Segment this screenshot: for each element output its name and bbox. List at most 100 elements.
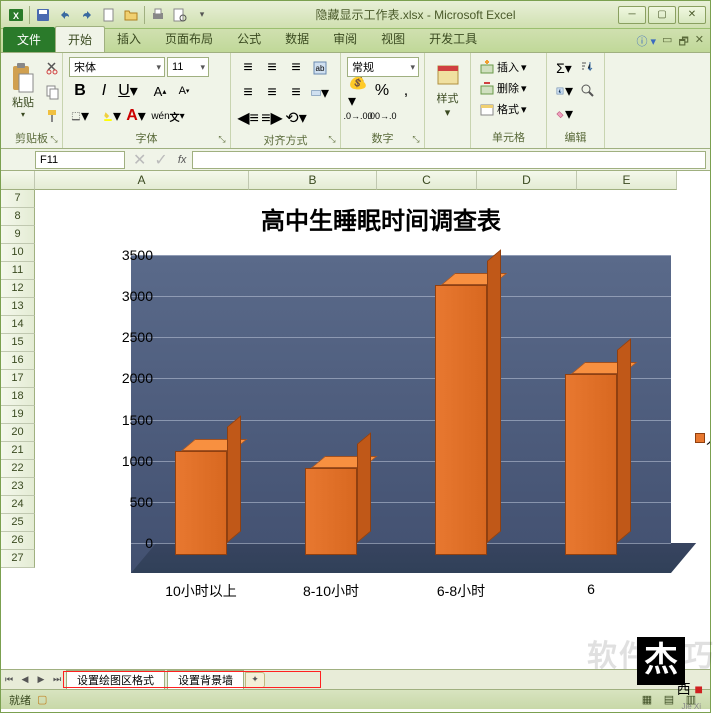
phonetic-icon[interactable]: wén文▾ bbox=[157, 105, 179, 127]
next-sheet-icon[interactable]: ▶ bbox=[33, 672, 49, 688]
currency-icon[interactable]: 💰▾ bbox=[347, 80, 369, 102]
align-center-icon[interactable]: ≡ bbox=[261, 82, 283, 104]
styles-button[interactable]: 样式▾ bbox=[431, 57, 464, 123]
clear-icon[interactable]: ▾ bbox=[553, 103, 575, 125]
align-middle-icon[interactable]: ≡ bbox=[261, 57, 283, 79]
tab-开始[interactable]: 开始 bbox=[55, 26, 105, 52]
qat-more-icon[interactable]: ▾ bbox=[191, 4, 213, 26]
fx-icon[interactable]: fx bbox=[178, 154, 187, 166]
fill-color-icon[interactable]: ▾ bbox=[101, 105, 123, 127]
underline-icon[interactable]: U▾ bbox=[117, 80, 139, 102]
row-header[interactable]: 24 bbox=[1, 496, 35, 514]
dialog-launcher-icon[interactable]: ⤡ bbox=[326, 134, 338, 146]
excel-icon[interactable]: X bbox=[5, 4, 27, 26]
first-sheet-icon[interactable]: ⏮ bbox=[1, 672, 17, 688]
align-left-icon[interactable]: ≡ bbox=[237, 82, 259, 104]
row-header[interactable]: 20 bbox=[1, 424, 35, 442]
col-header[interactable]: D bbox=[477, 171, 577, 190]
row-header[interactable]: 8 bbox=[1, 208, 35, 226]
name-box[interactable]: F11 bbox=[35, 151, 125, 169]
decrease-indent-icon[interactable]: ◀≡ bbox=[237, 107, 259, 129]
orientation-icon[interactable]: ⟲▾ bbox=[285, 107, 307, 129]
increase-decimal-icon[interactable]: .0→.00 bbox=[347, 105, 369, 127]
row-header[interactable]: 12 bbox=[1, 280, 35, 298]
font-size-combo[interactable]: 11 bbox=[167, 57, 209, 77]
row-header[interactable]: 23 bbox=[1, 478, 35, 496]
row-header[interactable]: 16 bbox=[1, 352, 35, 370]
percent-icon[interactable]: % bbox=[371, 80, 393, 102]
quick-print-icon[interactable] bbox=[147, 4, 169, 26]
bold-icon[interactable]: B bbox=[69, 80, 91, 102]
macro-record-icon[interactable]: ▢ bbox=[37, 693, 47, 706]
find-icon[interactable] bbox=[577, 80, 599, 102]
tab-公式[interactable]: 公式 bbox=[225, 26, 273, 52]
sort-filter-icon[interactable] bbox=[577, 57, 599, 79]
sheet-tab[interactable]: 设置绘图区格式 bbox=[66, 670, 165, 689]
row-header[interactable]: 9 bbox=[1, 226, 35, 244]
row-header[interactable]: 25 bbox=[1, 514, 35, 532]
align-bottom-icon[interactable]: ≡ bbox=[285, 57, 307, 79]
number-format-combo[interactable]: 常规 bbox=[347, 57, 419, 77]
format-painter-icon[interactable] bbox=[42, 105, 64, 127]
close-button[interactable]: ✕ bbox=[678, 6, 706, 24]
col-header[interactable]: A bbox=[35, 171, 249, 190]
grow-font-icon[interactable]: A▴ bbox=[149, 80, 171, 102]
delete-cells-button[interactable]: 删除▾ bbox=[477, 78, 529, 98]
col-header[interactable]: E bbox=[577, 171, 677, 190]
paste-button[interactable]: 粘贴 ▾ bbox=[7, 57, 39, 123]
tab-审阅[interactable]: 审阅 bbox=[321, 26, 369, 52]
formula-input[interactable] bbox=[192, 151, 706, 169]
embedded-chart[interactable]: 高中生睡眠时间调查表 0500100015002000250030003500 … bbox=[61, 195, 701, 633]
col-header[interactable]: C bbox=[377, 171, 477, 190]
prev-sheet-icon[interactable]: ◀ bbox=[17, 672, 33, 688]
dialog-launcher-icon[interactable]: ⤡ bbox=[216, 134, 228, 146]
row-header[interactable]: 18 bbox=[1, 388, 35, 406]
minimize-ribbon-icon[interactable]: ▭ bbox=[662, 33, 672, 52]
select-all-corner[interactable] bbox=[1, 171, 35, 190]
help-icon[interactable]: ⓘ ▾ bbox=[636, 33, 656, 52]
open-icon[interactable] bbox=[120, 4, 142, 26]
align-top-icon[interactable]: ≡ bbox=[237, 57, 259, 79]
chart-bar[interactable] bbox=[175, 439, 227, 555]
row-header[interactable]: 14 bbox=[1, 316, 35, 334]
close-workbook-icon[interactable]: ✕ bbox=[695, 33, 704, 52]
row-header[interactable]: 22 bbox=[1, 460, 35, 478]
col-header[interactable]: B bbox=[249, 171, 377, 190]
new-sheet-icon[interactable]: ✦ bbox=[245, 672, 265, 688]
italic-icon[interactable]: I bbox=[93, 80, 115, 102]
minimize-button[interactable]: ─ bbox=[618, 6, 646, 24]
redo-icon[interactable] bbox=[76, 4, 98, 26]
insert-cells-button[interactable]: 插入▾ bbox=[477, 57, 529, 77]
new-icon[interactable] bbox=[98, 4, 120, 26]
tab-开发工具[interactable]: 开发工具 bbox=[417, 26, 489, 52]
maximize-button[interactable]: ▢ bbox=[648, 6, 676, 24]
undo-icon[interactable] bbox=[54, 4, 76, 26]
border-icon[interactable]: ▾ bbox=[69, 105, 91, 127]
tab-数据[interactable]: 数据 bbox=[273, 26, 321, 52]
last-sheet-icon[interactable]: ⏭ bbox=[49, 672, 65, 688]
dialog-launcher-icon[interactable]: ⤡ bbox=[48, 134, 60, 146]
tab-插入[interactable]: 插入 bbox=[105, 26, 153, 52]
row-header[interactable]: 21 bbox=[1, 442, 35, 460]
wrap-text-icon[interactable]: ab bbox=[309, 57, 331, 79]
dialog-launcher-icon[interactable]: ⤡ bbox=[410, 134, 422, 146]
fill-icon[interactable]: ▾ bbox=[553, 80, 575, 102]
chart-bar[interactable] bbox=[565, 362, 617, 555]
cut-icon[interactable] bbox=[42, 57, 64, 79]
format-cells-button[interactable]: 格式▾ bbox=[477, 99, 529, 119]
sheet-tab[interactable]: 设置背景墙 bbox=[167, 670, 244, 689]
tab-视图[interactable]: 视图 bbox=[369, 26, 417, 52]
row-header[interactable]: 17 bbox=[1, 370, 35, 388]
row-header[interactable]: 19 bbox=[1, 406, 35, 424]
row-header[interactable]: 27 bbox=[1, 550, 35, 568]
row-header[interactable]: 11 bbox=[1, 262, 35, 280]
copy-icon[interactable] bbox=[42, 81, 64, 103]
row-header[interactable]: 15 bbox=[1, 334, 35, 352]
merge-icon[interactable]: ▾ bbox=[309, 82, 331, 104]
autosum-icon[interactable]: Σ▾ bbox=[553, 57, 575, 79]
align-right-icon[interactable]: ≡ bbox=[285, 82, 307, 104]
row-header[interactable]: 13 bbox=[1, 298, 35, 316]
row-header[interactable]: 26 bbox=[1, 532, 35, 550]
font-color-icon[interactable]: A▾ bbox=[125, 105, 147, 127]
increase-indent-icon[interactable]: ≡▶ bbox=[261, 107, 283, 129]
